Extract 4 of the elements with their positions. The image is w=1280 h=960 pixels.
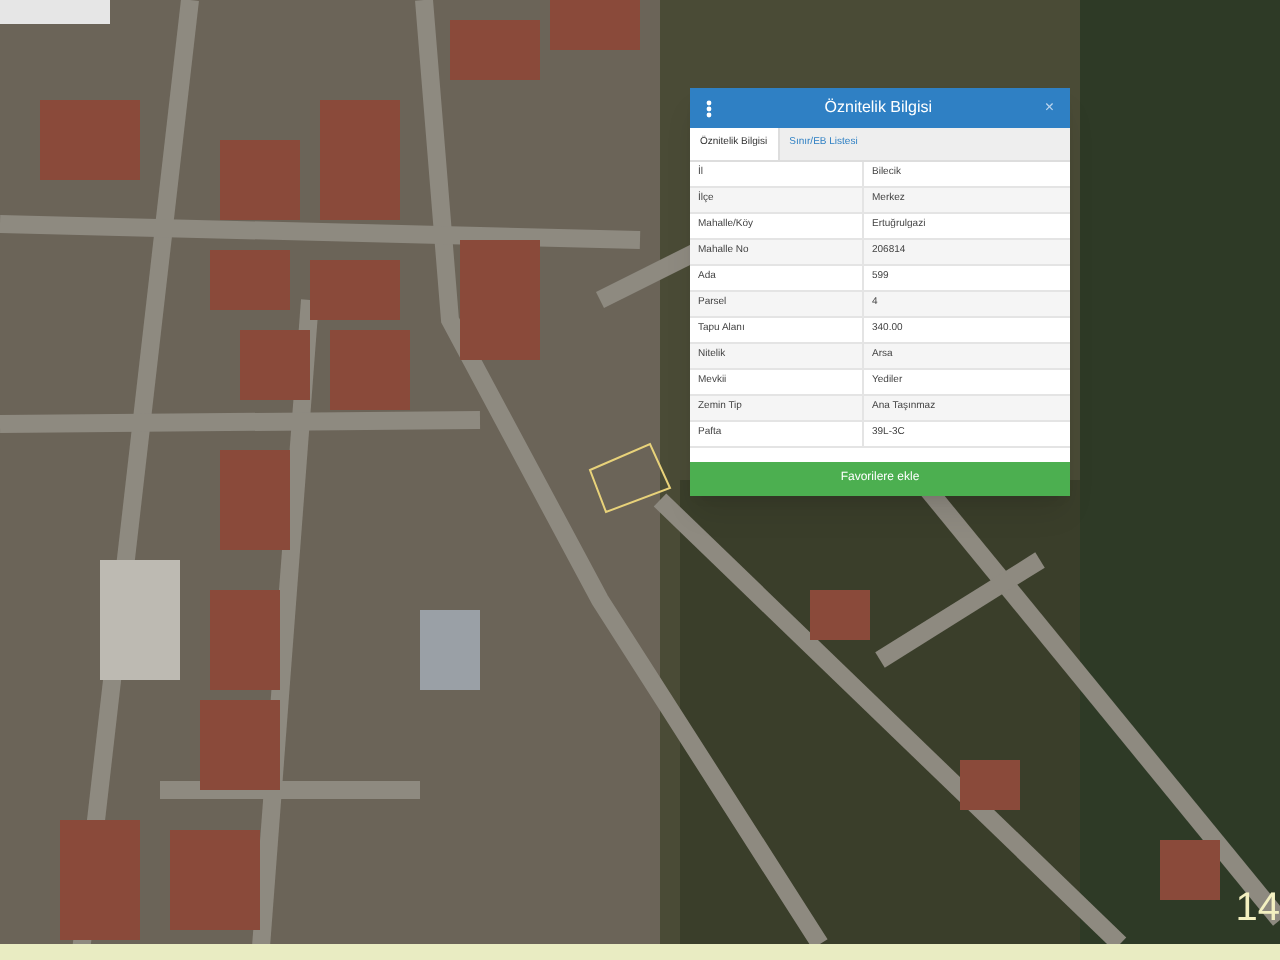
zoom-level: 14 [1235,888,1280,928]
panel-title: Öznitelik Bilgisi [824,96,933,120]
close-button[interactable]: × [1044,100,1054,116]
menu-icon[interactable] [706,99,712,117]
